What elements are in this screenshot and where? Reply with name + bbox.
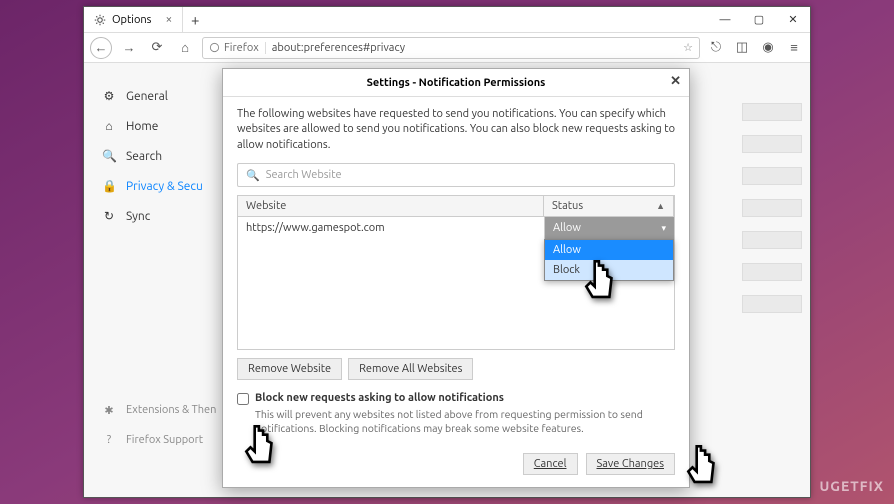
remove-website-button[interactable]: Remove Website <box>237 358 342 380</box>
menu-icon[interactable]: ≡ <box>784 40 804 55</box>
search-website-input[interactable]: 🔍 Search Website <box>237 163 675 187</box>
preferences-sidebar: ⚙ General ⌂ Home 🔍 Search 🔒 Privacy & Se… <box>84 63 234 497</box>
sidebar-item-general[interactable]: ⚙ General <box>102 81 234 111</box>
new-tab-button[interactable]: + <box>183 11 207 28</box>
remove-all-websites-button[interactable]: Remove All Websites <box>348 358 473 380</box>
cancel-button[interactable]: Cancel <box>523 453 578 475</box>
bg-button[interactable] <box>742 295 802 313</box>
dialog-body: The following websites have requested to… <box>223 97 689 453</box>
table-header: Website Status ▲ <box>237 195 675 217</box>
dialog-title: Settings - Notification Permissions <box>367 77 546 89</box>
bookmark-star-icon[interactable]: ☆ <box>683 41 693 54</box>
close-window-button[interactable]: ✕ <box>776 7 810 33</box>
sidebar-item-support[interactable]: ? Firefox Support <box>102 425 216 455</box>
block-new-requests-description: This will prevent any websites not liste… <box>255 407 675 435</box>
tab-title: Options <box>112 14 151 26</box>
home-icon: ⌂ <box>102 119 116 133</box>
library-icon[interactable]: ⎋ <box>706 40 726 55</box>
sync-icon: ↻ <box>102 209 116 223</box>
back-button[interactable]: ← <box>90 37 112 59</box>
sidebar-item-sync[interactable]: ↻ Sync <box>102 201 234 231</box>
bg-button[interactable] <box>742 199 802 217</box>
remove-button-row: Remove Website Remove All Websites <box>237 358 675 380</box>
minimize-button[interactable]: — <box>708 7 742 33</box>
close-icon[interactable]: × <box>165 13 172 26</box>
firefox-icon <box>209 42 220 53</box>
search-icon: 🔍 <box>102 149 116 163</box>
website-cell: https://www.gamespot.com <box>238 217 544 239</box>
sort-indicator-icon: ▲ <box>656 201 665 211</box>
dialog-close-button[interactable]: ✕ <box>670 74 681 89</box>
forward-button[interactable]: → <box>118 37 140 59</box>
sidebar-icon[interactable]: ◫ <box>732 40 752 55</box>
help-icon: ? <box>102 434 116 446</box>
gear-icon: ⚙ <box>102 89 116 103</box>
window-controls: — ▢ ✕ <box>708 7 810 33</box>
titlebar: Options × + — ▢ ✕ <box>84 7 810 33</box>
block-new-requests-checkbox[interactable] <box>237 393 249 405</box>
column-status-label: Status <box>552 200 583 212</box>
sidebar-item-label: Extensions & Then <box>126 404 216 416</box>
search-placeholder: Search Website <box>266 169 342 181</box>
dropdown-option-allow[interactable]: Allow <box>545 240 673 260</box>
status-value: Allow <box>553 222 581 234</box>
gear-icon <box>94 14 106 26</box>
status-dropdown-menu: Allow Block <box>544 239 674 281</box>
watermark: UGETFIX <box>819 478 884 494</box>
column-website[interactable]: Website <box>238 196 544 216</box>
bg-button[interactable] <box>742 231 802 249</box>
bg-button[interactable] <box>742 135 802 153</box>
table-body: https://www.gamespot.com Allow ▾ Allow B… <box>237 217 675 349</box>
sidebar-item-label: Privacy & Secu <box>126 180 203 193</box>
sidebar-item-privacy[interactable]: 🔒 Privacy & Secu <box>102 171 234 201</box>
table-row[interactable]: https://www.gamespot.com Allow ▾ <box>238 217 674 239</box>
sidebar-item-home[interactable]: ⌂ Home <box>102 111 234 141</box>
home-button[interactable]: ⌂ <box>174 37 196 59</box>
lock-icon: 🔒 <box>102 179 116 193</box>
sidebar-item-label: Search <box>126 150 162 163</box>
status-dropdown[interactable]: Allow ▾ <box>544 217 674 239</box>
dialog-footer: Cancel Save Changes <box>223 453 689 487</box>
block-new-requests-label: Block new requests asking to allow notif… <box>255 392 504 405</box>
dialog-header: Settings - Notification Permissions ✕ <box>223 69 689 97</box>
sidebar-item-label: Sync <box>126 210 150 223</box>
sidebar-item-search[interactable]: 🔍 Search <box>102 141 234 171</box>
extensions-icon: ✱ <box>102 404 116 417</box>
tab-options[interactable]: Options × <box>84 7 183 32</box>
dialog-description: The following websites have requested to… <box>237 107 675 153</box>
address-bar[interactable]: Firefox about:preferences#privacy ☆ <box>202 37 700 59</box>
notification-permissions-dialog: Settings - Notification Permissions ✕ Th… <box>222 68 690 488</box>
chevron-down-icon: ▾ <box>661 223 666 234</box>
identity-label: Firefox <box>224 42 259 54</box>
bg-button[interactable] <box>742 167 802 185</box>
identity-box[interactable]: Firefox <box>209 42 266 54</box>
search-icon: 🔍 <box>246 169 260 182</box>
sidebar-item-label: General <box>126 90 168 103</box>
sidebar-item-label: Home <box>126 120 158 133</box>
bg-button[interactable] <box>742 263 802 281</box>
save-changes-button[interactable]: Save Changes <box>586 453 676 475</box>
account-icon[interactable]: ◉ <box>758 40 778 55</box>
sidebar-item-label: Firefox Support <box>126 434 203 446</box>
bg-button[interactable] <box>742 103 802 121</box>
dropdown-option-block[interactable]: Block <box>545 260 673 280</box>
sidebar-item-extensions[interactable]: ✱ Extensions & Then <box>102 395 216 425</box>
reload-button[interactable]: ⟳ <box>146 37 168 59</box>
navigation-toolbar: ← → ⟳ ⌂ Firefox about:preferences#privac… <box>84 33 810 63</box>
background-buttons <box>742 103 802 327</box>
sidebar-bottom: ✱ Extensions & Then ? Firefox Support <box>102 395 216 455</box>
column-status[interactable]: Status ▲ <box>544 196 674 216</box>
block-new-requests-checkbox-row[interactable]: Block new requests asking to allow notif… <box>237 392 675 405</box>
maximize-button[interactable]: ▢ <box>742 7 776 33</box>
url-text: about:preferences#privacy <box>272 42 677 54</box>
